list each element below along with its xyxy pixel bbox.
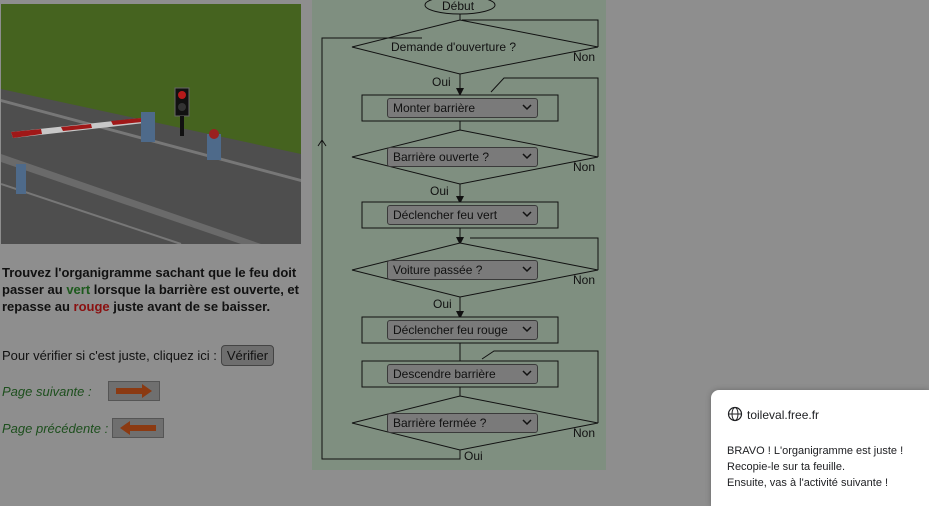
- popup-line-3: Ensuite, vas à l'activité suivante !: [727, 477, 889, 489]
- next-page-label: Page suivante :: [2, 383, 92, 399]
- yes-label-4: Oui: [464, 449, 483, 463]
- select-b3[interactable]: Déclencher feu rouge: [387, 320, 538, 340]
- popup-domain: toileval.free.fr: [747, 408, 820, 422]
- barrier-illustration: [1, 4, 301, 244]
- instructions-part3: juste avant de se baisser.: [109, 299, 271, 314]
- select-b4[interactable]: Descendre barrière: [387, 364, 538, 384]
- next-page-row: Page suivante :: [2, 381, 160, 401]
- left-arrow-icon: [120, 421, 157, 435]
- verify-row: Pour vérifier si c'est juste, cliquez ic…: [2, 345, 275, 366]
- next-page-button[interactable]: [107, 381, 160, 401]
- flowchart-lines: [317, 0, 599, 460]
- verify-button[interactable]: Vérifier: [220, 345, 275, 366]
- popup-message: BRAVO ! L'organigramme est juste ! Recop…: [727, 443, 903, 491]
- prev-page-label: Page précédente :: [2, 420, 109, 436]
- chevron-down-icon: [522, 153, 532, 160]
- select-q2[interactable]: Barrière ouverte ?: [387, 147, 538, 167]
- select-b4-label: Descendre barrière: [393, 367, 496, 381]
- select-b2[interactable]: Déclencher feu vert: [387, 205, 538, 225]
- prev-page-row: Page précédente :: [2, 418, 165, 438]
- globe-icon: [727, 406, 743, 422]
- right-arrow-icon: [115, 384, 152, 398]
- select-q3[interactable]: Voiture passée ?: [387, 260, 538, 280]
- chevron-down-icon: [522, 104, 532, 111]
- chevron-down-icon: [522, 266, 532, 273]
- select-b1[interactable]: Monter barrière: [387, 98, 538, 118]
- no-label-3: Non: [573, 273, 596, 287]
- select-q4-label: Barrière fermée ?: [393, 416, 487, 430]
- chevron-down-icon: [522, 419, 532, 426]
- chevron-down-icon: [522, 326, 532, 333]
- no-label-2: Non: [573, 160, 596, 174]
- verify-prompt: Pour vérifier si c'est juste, cliquez ic…: [2, 348, 217, 363]
- select-q4[interactable]: Barrière fermée ?: [387, 413, 538, 433]
- flowchart: Début Demande d'ouverture ? Monter barri…: [312, 0, 606, 470]
- green-word: vert: [66, 282, 91, 297]
- select-b3-label: Déclencher feu rouge: [393, 323, 508, 337]
- select-b1-label: Monter barrière: [393, 101, 476, 115]
- yes-label-1: Oui: [432, 75, 451, 89]
- yes-label-2: Oui: [430, 184, 449, 198]
- alert-popup: toileval.free.fr BRAVO ! L'organigramme …: [711, 390, 929, 506]
- chevron-down-icon: [522, 370, 532, 377]
- yes-label-3: Oui: [433, 297, 452, 311]
- no-label-1: Non: [573, 50, 596, 64]
- popup-line-1: BRAVO ! L'organigramme est juste !: [727, 445, 904, 457]
- select-q2-label: Barrière ouverte ?: [393, 150, 490, 164]
- popup-line-2: Recopie-le sur ta feuille.: [727, 461, 846, 473]
- prev-page-button[interactable]: [112, 418, 165, 438]
- no-label-4: Non: [573, 426, 596, 440]
- chevron-down-icon: [522, 211, 532, 218]
- select-b2-label: Déclencher feu vert: [393, 208, 498, 222]
- select-q3-label: Voiture passée ?: [393, 263, 483, 277]
- instructions-text: Trouvez l'organigramme sachant que le fe…: [2, 264, 302, 315]
- question-open-request: Demande d'ouverture ?: [391, 40, 517, 54]
- red-word: rouge: [73, 299, 110, 314]
- start-label: Début: [442, 0, 475, 13]
